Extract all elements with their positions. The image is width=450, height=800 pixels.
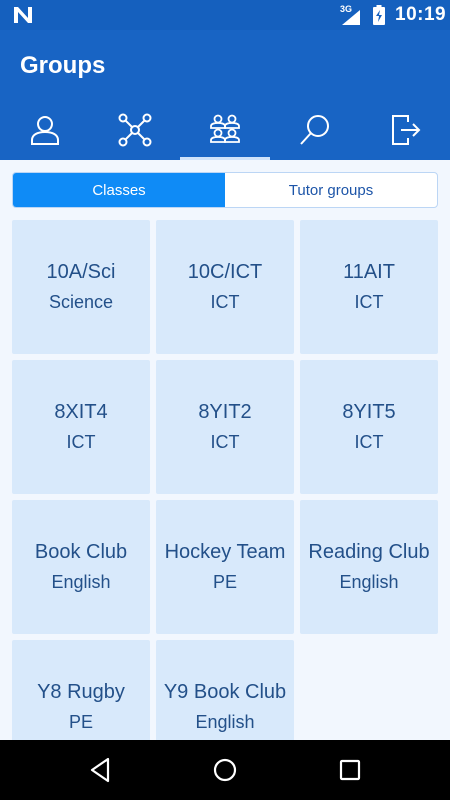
status-bar: 3G 10:19 bbox=[0, 0, 450, 30]
network-type: 3G bbox=[340, 4, 353, 14]
group-subject: English bbox=[195, 712, 255, 732]
group-subject: ICT bbox=[354, 292, 384, 312]
group-card[interactable]: 8YIT5 ICT bbox=[300, 360, 438, 494]
group-subject: PE bbox=[212, 572, 237, 592]
group-subject: ICT bbox=[210, 292, 240, 312]
tutor-groups-segment[interactable]: Tutor groups bbox=[225, 173, 437, 207]
tab-search[interactable] bbox=[270, 100, 360, 160]
classes-segment[interactable]: Classes bbox=[13, 173, 225, 207]
group-subject: PE bbox=[68, 712, 93, 732]
group-card[interactable]: Hockey Team PE bbox=[156, 500, 294, 634]
network-icon bbox=[118, 113, 152, 147]
clock: 10:19 bbox=[395, 4, 447, 25]
page-title: Groups bbox=[20, 52, 106, 79]
tab-logout[interactable] bbox=[360, 100, 450, 160]
group-card[interactable]: 8YIT2 ICT bbox=[156, 360, 294, 494]
recents-icon[interactable] bbox=[334, 754, 366, 786]
active-tab-indicator bbox=[180, 157, 270, 160]
group-name: 10A/Sci bbox=[46, 261, 116, 283]
group-name: 8YIT2 bbox=[198, 401, 252, 423]
group-subject: English bbox=[51, 572, 111, 592]
group-name: 8YIT5 bbox=[342, 401, 396, 423]
group-name: Y9 Book Club bbox=[163, 681, 287, 703]
system-nav-bar bbox=[0, 740, 450, 800]
group-subject: ICT bbox=[66, 432, 96, 452]
group-subject: ICT bbox=[354, 432, 384, 452]
person-icon bbox=[31, 116, 59, 145]
tab-bar bbox=[0, 100, 450, 160]
groups-icon bbox=[210, 114, 240, 143]
group-card[interactable]: Book Club English bbox=[12, 500, 150, 634]
search-icon bbox=[300, 115, 329, 145]
back-icon[interactable] bbox=[84, 754, 116, 786]
group-card[interactable]: 11AIT ICT bbox=[300, 220, 438, 354]
group-name: 11AIT bbox=[343, 261, 395, 283]
home-icon[interactable] bbox=[209, 754, 241, 786]
group-card[interactable]: Reading Club English bbox=[300, 500, 438, 634]
group-card[interactable]: 8XIT4 ICT bbox=[12, 360, 150, 494]
logout-icon bbox=[392, 115, 421, 145]
group-name: 8XIT4 bbox=[54, 401, 108, 423]
tab-profile[interactable] bbox=[0, 100, 90, 160]
group-name: 10C/ICT bbox=[187, 261, 263, 283]
notification-n-icon bbox=[14, 7, 32, 23]
group-subject: Science bbox=[48, 292, 114, 312]
group-name: Hockey Team bbox=[164, 541, 286, 563]
group-subject: ICT bbox=[210, 432, 240, 452]
battery-icon bbox=[373, 5, 385, 25]
tab-groups[interactable] bbox=[180, 100, 270, 160]
group-type-toggle: Classes Tutor groups bbox=[12, 172, 438, 208]
group-subject: English bbox=[339, 572, 399, 592]
group-card[interactable]: 10A/Sci Science bbox=[12, 220, 150, 354]
group-name: Y8 Rugby bbox=[37, 681, 125, 703]
group-card[interactable]: 10C/ICT ICT bbox=[156, 220, 294, 354]
group-name: Book Club bbox=[34, 541, 128, 563]
tab-network[interactable] bbox=[90, 100, 180, 160]
group-name: Reading Club bbox=[308, 541, 430, 563]
